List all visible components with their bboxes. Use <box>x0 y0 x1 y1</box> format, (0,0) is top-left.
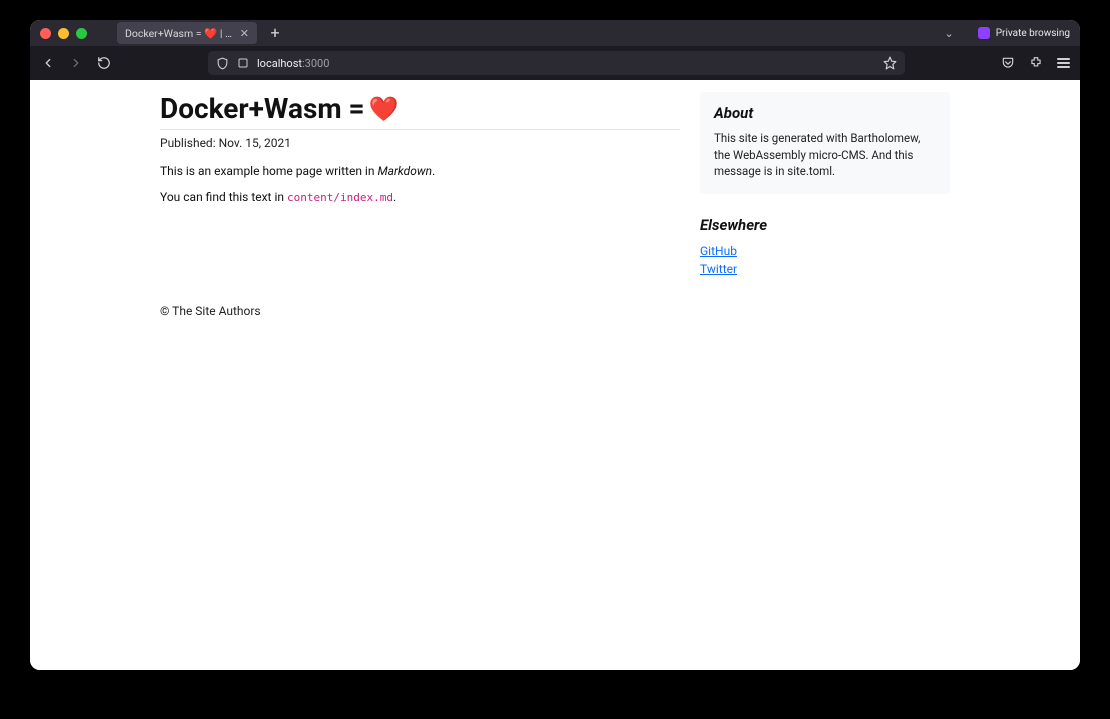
main-column: Docker+Wasm = ❤️ Published: Nov. 15, 202… <box>160 92 680 318</box>
private-browsing-badge: Private browsing <box>978 27 1070 39</box>
page-viewport[interactable]: Docker+Wasm = ❤️ Published: Nov. 15, 202… <box>30 80 1080 670</box>
page: Docker+Wasm = ❤️ Published: Nov. 15, 202… <box>160 80 950 338</box>
para2-post: . <box>393 190 396 204</box>
mask-icon <box>978 27 990 39</box>
forward-button[interactable] <box>68 55 84 71</box>
about-text: This site is generated with Bartholomew,… <box>714 130 936 180</box>
pocket-icon[interactable] <box>1001 56 1015 70</box>
all-tabs-button[interactable]: ⌄ <box>945 27 954 40</box>
elsewhere-section: Elsewhere GitHub Twitter <box>700 216 950 278</box>
list-item: Twitter <box>700 260 950 278</box>
reload-button[interactable] <box>96 55 112 71</box>
addr-left-icons <box>216 57 249 70</box>
window-controls <box>40 28 87 39</box>
intro-paragraph: This is an example home page written in … <box>160 164 680 178</box>
toolbar: localhost:3000 <box>30 46 1080 80</box>
para2-pre: You can find this text in <box>160 190 287 204</box>
bookmark-star-icon[interactable] <box>883 56 897 70</box>
extensions-icon[interactable] <box>1029 56 1043 70</box>
browser-tab[interactable]: Docker+Wasm = ❤️ | Your Site Name ✕ <box>117 22 257 44</box>
close-window-button[interactable] <box>40 28 51 39</box>
about-box: About This site is generated with Bartho… <box>700 92 950 194</box>
back-button[interactable] <box>40 55 56 71</box>
new-tab-button[interactable]: + <box>265 25 285 41</box>
para1-pre: This is an example home page written in <box>160 164 377 178</box>
private-browsing-label: Private browsing <box>996 28 1070 39</box>
file-path-code: content/index.md <box>287 191 393 204</box>
titlebar-right: ⌄ Private browsing <box>945 27 1070 40</box>
github-link[interactable]: GitHub <box>700 244 737 258</box>
twitter-link[interactable]: Twitter <box>700 262 737 276</box>
elsewhere-heading: Elsewhere <box>700 216 950 234</box>
shield-icon[interactable] <box>216 57 229 70</box>
maximize-window-button[interactable] <box>76 28 87 39</box>
titlebar: Docker+Wasm = ❤️ | Your Site Name ✕ + ⌄ … <box>30 20 1080 46</box>
tab-strip: Docker+Wasm = ❤️ | Your Site Name ✕ + <box>117 20 285 46</box>
close-tab-icon[interactable]: ✕ <box>240 27 249 40</box>
address-bar[interactable]: localhost:3000 <box>208 51 905 75</box>
page-title-text: Docker+Wasm = <box>160 92 365 125</box>
page-title: Docker+Wasm = ❤️ <box>160 92 680 130</box>
published-date: Published: Nov. 15, 2021 <box>160 136 680 150</box>
url-host: localhost <box>257 57 302 70</box>
para1-post: . <box>432 164 435 178</box>
footer-copyright: © The Site Authors <box>160 304 680 318</box>
nav-buttons <box>40 55 112 71</box>
url-text: localhost:3000 <box>257 57 329 70</box>
para1-em: Markdown <box>377 164 432 178</box>
page-info-icon[interactable] <box>237 57 249 69</box>
sidebar: About This site is generated with Bartho… <box>700 92 950 278</box>
heart-icon: ❤️ <box>369 97 399 121</box>
location-paragraph: You can find this text in content/index.… <box>160 190 680 204</box>
list-item: GitHub <box>700 242 950 260</box>
url-path: :3000 <box>302 57 329 70</box>
about-heading: About <box>714 104 936 122</box>
tab-title: Docker+Wasm = ❤️ | Your Site Name <box>125 27 234 40</box>
minimize-window-button[interactable] <box>58 28 69 39</box>
browser-window: Docker+Wasm = ❤️ | Your Site Name ✕ + ⌄ … <box>30 20 1080 670</box>
elsewhere-links: GitHub Twitter <box>700 242 950 278</box>
app-menu-icon[interactable] <box>1057 58 1070 68</box>
toolbar-right <box>1001 56 1070 70</box>
